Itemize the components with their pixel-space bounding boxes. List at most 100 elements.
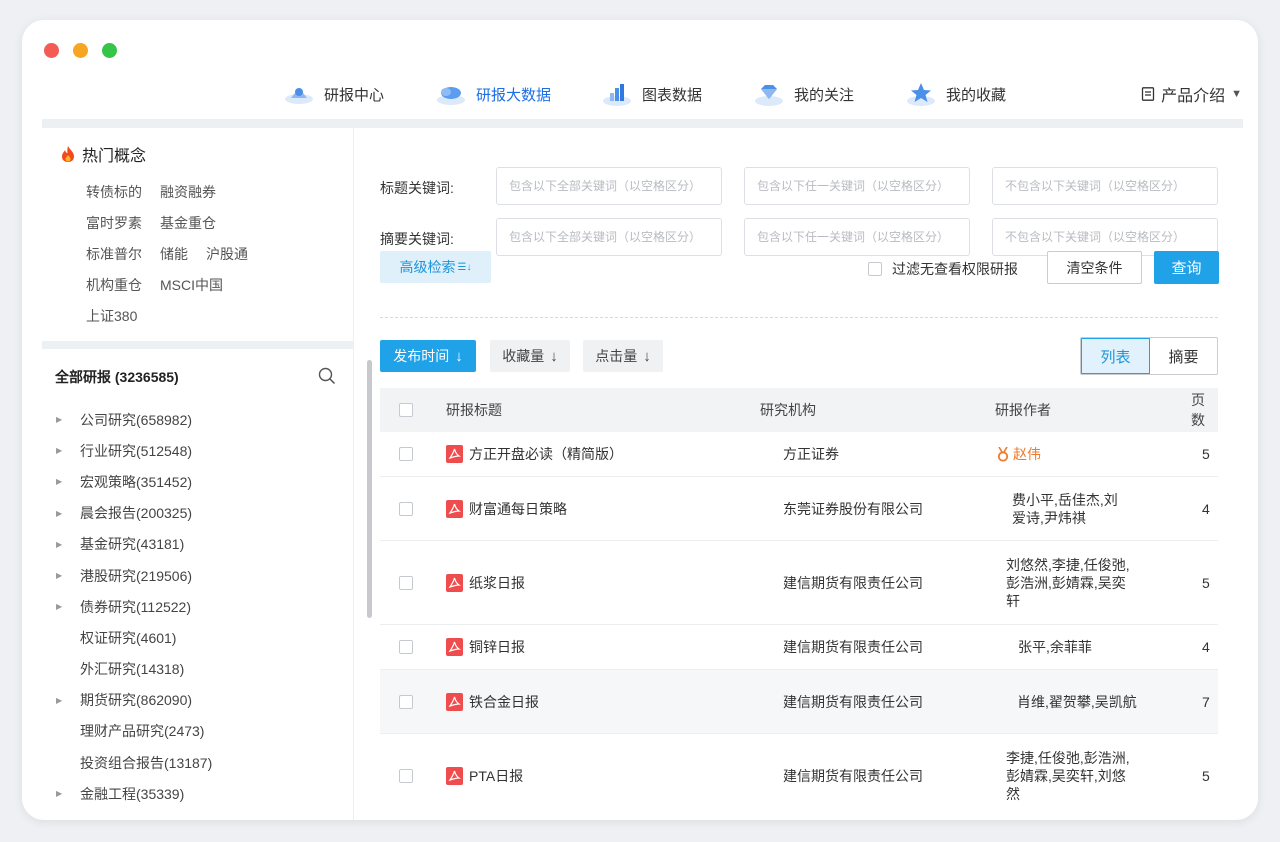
row-checkbox[interactable]	[399, 640, 413, 654]
tree-item-label: 债券研究(112522)	[80, 598, 192, 615]
nav-my-favorites[interactable]: 我的收藏	[904, 76, 1006, 112]
nav-big-data[interactable]: 研报大数据	[434, 76, 551, 112]
tree-item[interactable]: ▶权证研究(4601)	[56, 622, 336, 653]
nav-chart-data[interactable]: 图表数据	[600, 76, 702, 112]
row-checkbox[interactable]	[399, 447, 413, 461]
report-title[interactable]: 铜锌日报	[446, 625, 525, 669]
tree-item[interactable]: ▶ 晨会报告(200325)	[56, 498, 336, 529]
row-checkbox[interactable]	[399, 501, 413, 516]
report-title[interactable]: PTA日报	[446, 734, 523, 818]
tree-item[interactable]: ▶ 行业研究(512548)	[56, 435, 336, 466]
report-title[interactable]: 纸浆日报	[446, 541, 525, 624]
nav-my-follow[interactable]: 我的关注	[752, 76, 854, 112]
pdf-icon	[446, 499, 463, 518]
view-toggle: 列表 摘要	[1080, 337, 1218, 375]
hot-tag[interactable]: 标准普尔	[86, 244, 142, 264]
header-author: 研报作者	[995, 402, 1051, 418]
tree-item[interactable]: ▶外汇研究(14318)	[56, 654, 336, 685]
select-all-checkbox[interactable]	[399, 403, 413, 417]
abstract-all-keywords-input[interactable]	[496, 218, 722, 256]
report-title[interactable]: 财富通每日策略	[446, 477, 567, 540]
table-row[interactable]: 方正开盘必读（精简版） 方正证券 赵伟 5	[380, 432, 1218, 477]
report-title[interactable]: 铁合金日报	[446, 670, 539, 733]
hot-tag[interactable]: 储能	[160, 244, 188, 264]
tree-item[interactable]: ▶ 债券研究(112522)	[56, 591, 336, 622]
product-intro-dropdown[interactable]: 产品介绍 ▼	[1141, 76, 1242, 112]
expand-arrow-icon[interactable]: ▶	[56, 446, 80, 455]
report-org: 建信期货有限责任公司	[783, 574, 923, 591]
tree-item-label: 期货研究(862090)	[80, 692, 193, 709]
hot-tag[interactable]: 沪股通	[206, 244, 248, 264]
tree-item[interactable]: ▶ 宏观策略(351452)	[56, 466, 336, 497]
pdf-icon	[446, 692, 463, 711]
close-window-button[interactable]	[44, 43, 59, 58]
report-title[interactable]: 方正开盘必读（精简版）	[446, 432, 623, 476]
hot-tag[interactable]: 机构重仓	[86, 275, 142, 295]
hot-tag[interactable]: MSCI中国	[160, 275, 223, 295]
expand-arrow-icon[interactable]: ▶	[56, 602, 80, 611]
tree-item[interactable]: ▶投资组合报告(13187)	[56, 747, 336, 778]
clear-conditions-button[interactable]: 清空条件	[1047, 251, 1142, 284]
maximize-window-button[interactable]	[102, 43, 117, 58]
expand-arrow-icon[interactable]: ▶	[56, 696, 80, 705]
report-title-text: 财富通每日策略	[469, 500, 567, 517]
expand-arrow-icon[interactable]: ▶	[56, 540, 80, 549]
advanced-search-label: 高级检索	[399, 259, 456, 275]
table-row[interactable]: 纸浆日报 建信期货有限责任公司 刘悠然,李捷,任俊弛,彭浩洲,彭婧霖,吴奕轩 5	[380, 541, 1218, 625]
title-any-keywords-input[interactable]	[744, 167, 970, 205]
tree-item[interactable]: ▶ 期货研究(862090)	[56, 685, 336, 716]
table-row[interactable]: 铜锌日报 建信期货有限责任公司 张平,余菲菲 4	[380, 625, 1218, 670]
tree-item[interactable]: ▶ 金融工程(35339)	[56, 778, 336, 809]
header-title: 研报标题	[446, 402, 502, 418]
sort-label: 收藏量	[502, 348, 545, 364]
sort-publish-time-button[interactable]: 发布时间 ↓	[380, 340, 476, 372]
sort-label: 点击量	[595, 348, 638, 364]
abstract-any-keywords-input[interactable]	[744, 218, 970, 256]
hot-tag[interactable]: 基金重仓	[160, 213, 216, 233]
query-button[interactable]: 查询	[1154, 251, 1219, 284]
expand-arrow-icon[interactable]: ▶	[56, 571, 80, 580]
search-icon[interactable]	[318, 367, 336, 385]
sort-favorites-button[interactable]: 收藏量 ↓	[490, 340, 570, 372]
table-row[interactable]: 铁合金日报 建信期货有限责任公司 肖维,翟贺攀,吴凯航 7	[380, 670, 1218, 734]
filter-no-permission[interactable]: 过滤无查看权限研报	[868, 259, 1018, 279]
all-reports-title[interactable]: 全部研报 (3236585)	[55, 367, 179, 387]
sidebar-scrollbar[interactable]	[367, 360, 372, 618]
hot-tag[interactable]: 上证380	[86, 306, 137, 326]
title-exclude-keywords-input[interactable]	[992, 167, 1218, 205]
pdf-icon	[446, 767, 463, 785]
hot-tag[interactable]: 富时罗素	[86, 213, 142, 233]
tree-item[interactable]: ▶ 公司研究(658982)	[56, 404, 336, 435]
hot-tag[interactable]: 融资融券	[160, 182, 216, 202]
tree-item[interactable]: ▶ 港股研究(219506)	[56, 560, 336, 591]
table-row[interactable]: 财富通每日策略 东莞证券股份有限公司 费小平,岳佳杰,刘爱诗,尹炜祺 4	[380, 477, 1218, 541]
arrow-down-icon: ↓	[550, 347, 558, 365]
filter-checkbox[interactable]	[868, 262, 882, 276]
nav-label: 图表数据	[642, 86, 703, 104]
hot-tag[interactable]: 转债标的	[86, 182, 142, 202]
row-checkbox[interactable]	[399, 575, 413, 590]
header-divider	[42, 119, 1243, 128]
view-abstract-button[interactable]: 摘要	[1150, 338, 1217, 374]
row-checkbox[interactable]	[399, 694, 413, 709]
title-all-keywords-input[interactable]	[496, 167, 722, 205]
tree-item-label: 金融工程(35339)	[80, 785, 185, 802]
nav-research-center[interactable]: 研报中心	[282, 76, 384, 112]
report-title-text: 铁合金日报	[469, 693, 539, 710]
view-list-button[interactable]: 列表	[1081, 338, 1150, 374]
header-pages: 页数	[1191, 392, 1205, 428]
tree-item[interactable]: ▶ 基金研究(43181)	[56, 529, 336, 560]
row-checkbox[interactable]	[399, 769, 413, 783]
advanced-search-button[interactable]: 高级检索 ☰↓	[380, 251, 491, 283]
sort-clicks-button[interactable]: 点击量 ↓	[583, 340, 663, 372]
expand-arrow-icon[interactable]: ▶	[56, 509, 80, 518]
table-row[interactable]: PTA日报 建信期货有限责任公司 李捷,任俊弛,彭浩洲,彭婧霖,吴奕轩,刘悠然 …	[380, 734, 1218, 818]
tree-item-label: 外汇研究(14318)	[80, 661, 185, 678]
expand-arrow-icon[interactable]: ▶	[56, 415, 80, 424]
tree-item[interactable]: ▶理财产品研究(2473)	[56, 716, 336, 747]
expand-arrow-icon[interactable]: ▶	[56, 789, 80, 798]
tree-item-label: 宏观策略(351452)	[80, 473, 193, 490]
expand-arrow-icon[interactable]: ▶	[56, 477, 80, 486]
report-author[interactable]: 赵伟	[997, 432, 1041, 476]
minimize-window-button[interactable]	[73, 43, 88, 58]
